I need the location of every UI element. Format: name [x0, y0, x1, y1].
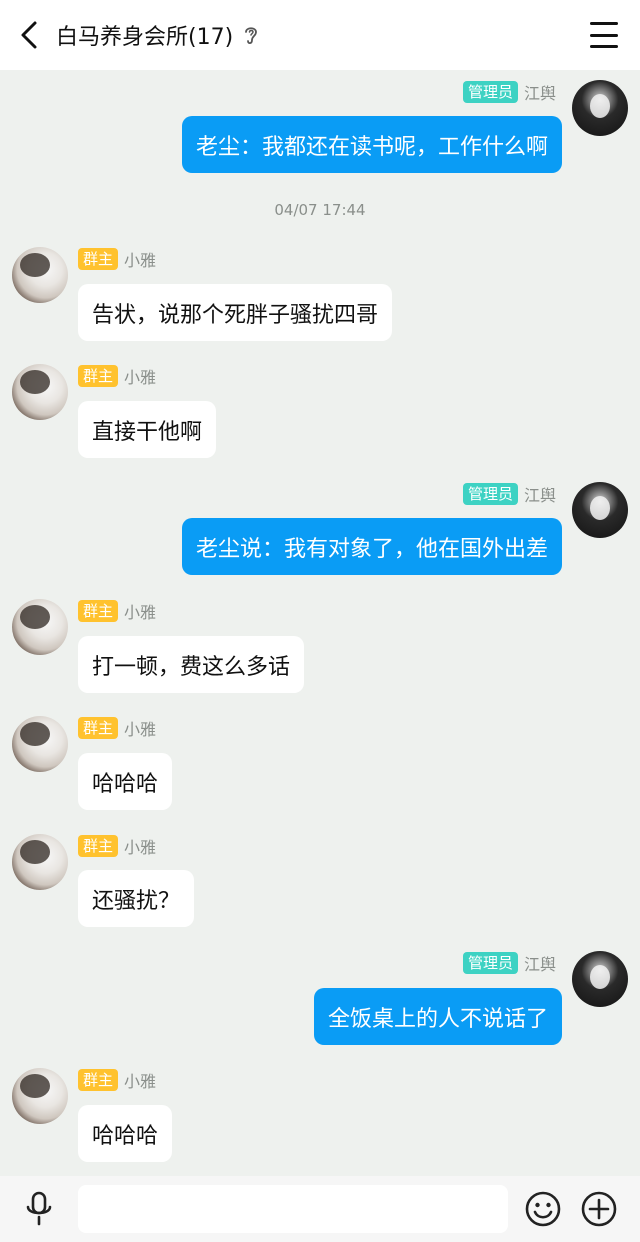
role-badge: 管理员 [462, 81, 518, 103]
role-badge: 群主 [78, 717, 119, 739]
role-badge: 群主 [78, 1069, 119, 1091]
back-button[interactable] [12, 18, 46, 52]
avatar[interactable] [12, 1068, 68, 1124]
emoji-icon[interactable] [524, 1190, 562, 1228]
input-bar [0, 1176, 640, 1242]
role-badge: 管理员 [462, 952, 518, 974]
sender-name: 小雅 [124, 603, 157, 622]
sender-meta: 群主 小雅 [78, 835, 156, 857]
sender-meta: 群主 小雅 [78, 365, 156, 387]
avatar[interactable] [572, 482, 628, 538]
sender-name: 小雅 [124, 368, 157, 387]
sender-meta: 管理员 江舆 [462, 81, 556, 103]
sender-meta: 管理员 江舆 [462, 483, 556, 505]
avatar[interactable] [12, 716, 68, 772]
avatar[interactable] [12, 834, 68, 890]
message-bubble[interactable]: 告状，说那个死胖子骚扰四哥 [78, 284, 393, 341]
chat-header: 白马养身会所(17) [0, 0, 640, 70]
role-badge: 群主 [78, 600, 119, 622]
group-title: 白马养身会所(17) [56, 25, 234, 50]
message-bubble[interactable]: 哈哈哈 [78, 753, 173, 810]
sender-name: 小雅 [124, 720, 157, 739]
title-area: 白马养身会所(17) [56, 0, 261, 70]
message-list[interactable]: 管理员 江舆 老尘：我都还在读书呢，工作什么啊 04/07 17:44 群主 小… [0, 70, 640, 1176]
message-input[interactable] [78, 1185, 508, 1233]
chevron-left-icon [21, 21, 37, 49]
avatar[interactable] [12, 599, 68, 655]
ear-icon [241, 24, 261, 46]
plus-icon[interactable] [580, 1190, 618, 1228]
avatar[interactable] [12, 247, 68, 303]
avatar[interactable] [12, 364, 68, 420]
message-bubble[interactable]: 还骚扰？ [78, 870, 195, 927]
sender-meta: 管理员 江舆 [462, 952, 556, 974]
sender-name: 江舆 [523, 955, 556, 974]
role-badge: 群主 [78, 835, 119, 857]
sender-name: 小雅 [124, 838, 157, 857]
menu-icon[interactable] [590, 22, 618, 48]
sender-meta: 群主 小雅 [78, 1069, 156, 1091]
message-bubble[interactable]: 打一顿，费这么多话 [78, 636, 305, 693]
avatar[interactable] [572, 80, 628, 136]
sender-name: 江舆 [523, 486, 556, 505]
role-badge: 群主 [78, 248, 119, 270]
sender-name: 小雅 [124, 251, 157, 270]
sender-name: 小雅 [124, 1072, 157, 1091]
message-bubble[interactable]: 哈哈哈 [78, 1105, 173, 1162]
microphone-icon[interactable] [22, 1191, 56, 1227]
message-bubble[interactable]: 老尘说：我有对象了，他在国外出差 [181, 518, 562, 575]
role-badge: 群主 [78, 365, 119, 387]
message-bubble[interactable]: 直接干他啊 [78, 401, 217, 458]
sender-meta: 群主 小雅 [78, 600, 156, 622]
sender-name: 江舆 [523, 84, 556, 103]
message-bubble[interactable]: 全饭桌上的人不说话了 [313, 988, 562, 1045]
timestamp: 04/07 17:44 [274, 201, 366, 219]
role-badge: 管理员 [462, 483, 518, 505]
sender-meta: 群主 小雅 [78, 248, 156, 270]
message-bubble[interactable]: 老尘：我都还在读书呢，工作什么啊 [181, 116, 562, 173]
avatar[interactable] [572, 951, 628, 1007]
sender-meta: 群主 小雅 [78, 717, 156, 739]
